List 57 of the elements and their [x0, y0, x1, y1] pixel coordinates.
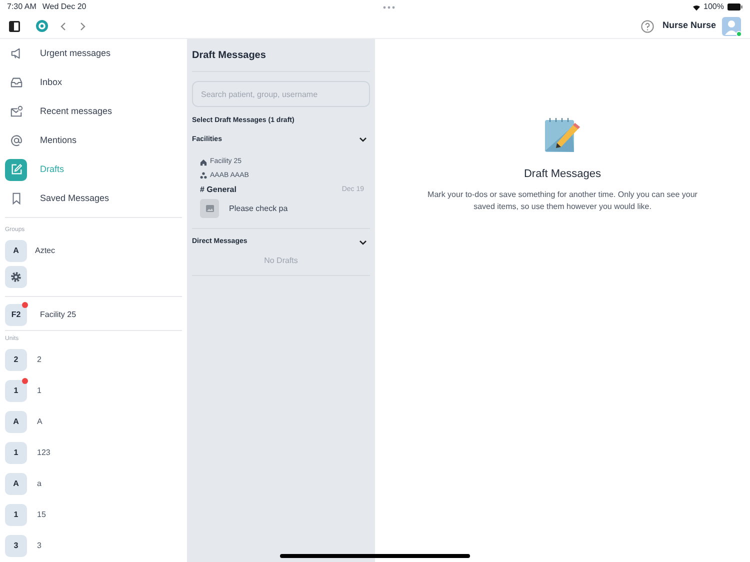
inbox-icon[interactable] [10, 76, 22, 90]
edit-icon[interactable] [10, 163, 22, 176]
nav-item[interactable]: Urgent messages [40, 46, 111, 60]
unit-name[interactable]: 15 [37, 509, 46, 522]
nav-item[interactable]: Inbox [40, 76, 62, 90]
megaphone-icon[interactable] [10, 47, 22, 60]
selected-icon-tile[interactable] [5, 158, 27, 181]
empty-state-title: Draft Messages [524, 167, 602, 182]
nav-item[interactable]: Mentions [40, 134, 77, 148]
chevron-down-icon[interactable] [359, 137, 367, 142]
home-icon [200, 158, 207, 166]
wifi-icon [692, 4, 701, 10]
unit-name[interactable]: 2 [37, 354, 42, 366]
envelope-icon[interactable] [10, 105, 22, 118]
avatar-tile: A [5, 240, 27, 262]
status-date: Wed Dec 20 [42, 1, 86, 13]
avatar-tile: 3 [5, 535, 27, 558]
unit-name[interactable]: A [37, 416, 42, 428]
empty-state-description: Mark your to-dos or save something for another time. Only you can see your saved items, so use them however you would like. [426, 188, 698, 212]
unit-name[interactable]: a [37, 478, 42, 490]
search-field[interactable]: Search patient, group, username [192, 81, 370, 107]
back-icon[interactable] [60, 22, 66, 30]
unit-name[interactable]: 1 [37, 385, 42, 398]
group-name[interactable]: Aztec [35, 244, 56, 257]
at-sign-icon[interactable] [10, 134, 22, 148]
user-name[interactable]: Nurse Nurse [662, 19, 716, 33]
avatar-tile: 1 [5, 380, 27, 402]
draft-preview[interactable]: Please check pa [229, 202, 288, 214]
empty-state-text: No Drafts [264, 254, 298, 266]
nav-item[interactable]: Recent messages [40, 104, 112, 118]
app-logo-icon[interactable] [36, 20, 48, 32]
avatar-tile: 1 [5, 504, 27, 526]
unit-name[interactable]: 3 [37, 540, 42, 552]
sidebar-toggle-icon[interactable] [9, 20, 20, 32]
avatar-tile: 1 [5, 442, 27, 464]
notepad-pencil-drawing [544, 117, 582, 153]
more-dots-icon[interactable] [382, 6, 395, 8]
channel-name: # General [200, 184, 236, 196]
chevron-down-icon[interactable] [359, 240, 367, 245]
image-icon [206, 205, 214, 212]
avatar-tile: 2 [5, 349, 27, 372]
settings-button[interactable] [5, 266, 27, 288]
forward-icon[interactable] [80, 22, 86, 30]
nav-item[interactable]: Saved Messages [40, 192, 110, 206]
hierarchy-icon [200, 172, 207, 180]
help-icon[interactable] [641, 20, 654, 32]
avatar-tile: A [5, 473, 27, 496]
battery-percent: 100% [704, 1, 724, 13]
facility-name[interactable]: Facility 25 [40, 308, 76, 321]
bookmark-icon[interactable] [10, 192, 22, 206]
status-time: 7:30 AM [7, 1, 36, 13]
avatar-tile: F2 [5, 304, 27, 326]
avatar-tile: A [5, 411, 27, 434]
battery-icon [727, 3, 743, 11]
panel-title: Draft Messages [192, 39, 370, 72]
settings-icon[interactable] [10, 270, 22, 283]
unit-name[interactable]: 123 [37, 447, 50, 460]
